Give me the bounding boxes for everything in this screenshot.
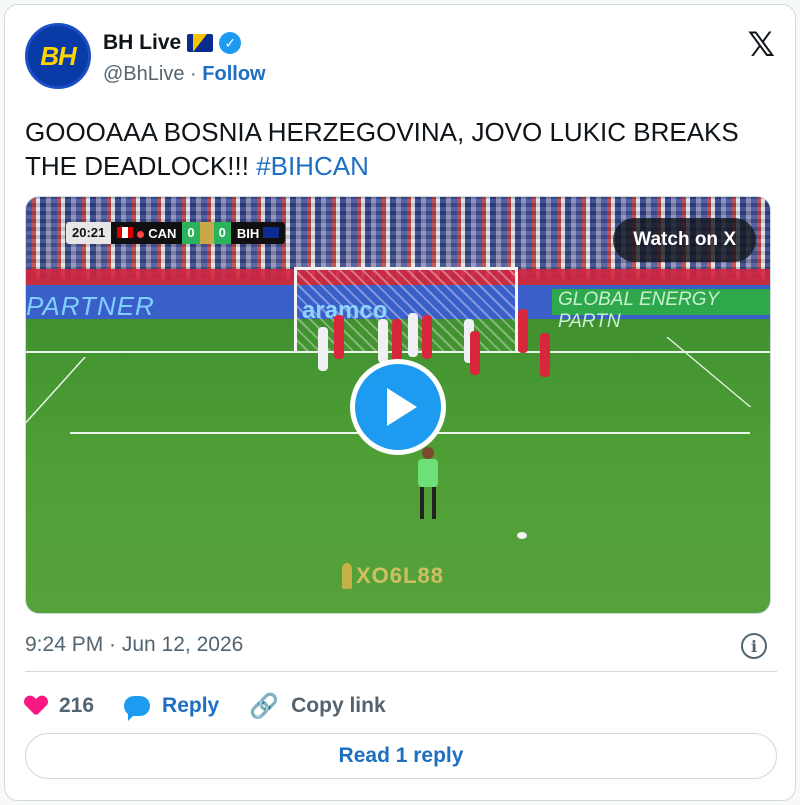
goal-sponsor-text: aramco xyxy=(302,297,388,324)
author-name-row: BH Live ✓ xyxy=(103,31,242,55)
reply-bubble-icon xyxy=(124,696,151,721)
divider xyxy=(25,671,777,672)
play-icon xyxy=(387,388,417,426)
verified-badge-icon: ✓ xyxy=(219,32,242,54)
bosnia-flag-icon xyxy=(263,226,280,238)
video-thumbnail[interactable]: PARTNER GLOBAL ENERGY PARTN aramco 20:21… xyxy=(25,196,771,614)
referee-figure xyxy=(414,447,440,519)
player-figure xyxy=(422,315,432,359)
watermark-text: XO6L88 xyxy=(356,563,444,588)
trophy-icon xyxy=(342,563,352,589)
bosnia-flag-icon xyxy=(187,34,214,52)
pitch-line xyxy=(26,357,87,437)
home-score: 0 xyxy=(182,222,200,244)
tweet-header: BH BH Live ✓ @BhLive · Follow 𝕏 xyxy=(25,23,777,95)
info-icon[interactable]: i xyxy=(741,633,767,659)
author-display-name[interactable]: BH Live xyxy=(103,31,181,55)
copy-link-label: Copy link xyxy=(291,694,386,717)
scorebug-team-away: BIH xyxy=(231,226,285,241)
hashtag-link[interactable]: #BIHCAN xyxy=(256,151,369,181)
player-figure xyxy=(470,331,480,375)
tweet-text: GOOOAAA BOSNIA HERZEGOVINA, JOVO LUKIC B… xyxy=(25,115,777,183)
play-button[interactable] xyxy=(350,359,446,455)
watch-on-x-button[interactable]: Watch on X xyxy=(613,218,756,262)
home-team-code: CAN xyxy=(148,225,177,241)
player-figure xyxy=(334,315,344,359)
author-handle-row: @BhLive · Follow xyxy=(103,63,266,86)
read-replies-button[interactable]: Read 1 reply xyxy=(25,733,777,779)
action-bar: 216 Reply 🔗 Copy link xyxy=(25,689,416,723)
player-figure xyxy=(408,313,418,357)
home-dot-icon xyxy=(137,230,145,238)
avatar[interactable]: BH xyxy=(25,23,91,89)
away-score: 0 xyxy=(213,222,231,244)
author-handle[interactable]: @BhLive xyxy=(103,63,184,85)
handle-separator: · xyxy=(190,63,197,85)
copy-link-button[interactable]: 🔗 Copy link xyxy=(249,692,385,720)
player-figure xyxy=(378,319,388,363)
board-left-text: PARTNER xyxy=(26,291,155,321)
board-right-text: GLOBAL ENERGY PARTN xyxy=(552,289,770,332)
tweet-body: GOOOAAA BOSNIA HERZEGOVINA, JOVO LUKIC B… xyxy=(25,117,739,181)
player-figure xyxy=(318,327,328,371)
away-team-code: BIH xyxy=(236,225,260,241)
follow-button[interactable]: Follow xyxy=(202,63,265,85)
player-figure xyxy=(518,309,528,353)
heart-icon xyxy=(25,696,47,716)
canada-flag-icon xyxy=(117,226,134,238)
reply-button[interactable]: Reply xyxy=(124,694,220,721)
tweet-card: BH BH Live ✓ @BhLive · Follow 𝕏 GOOOAAA … xyxy=(4,4,796,801)
tweet-timestamp[interactable]: 9:24 PM · Jun 12, 2026 xyxy=(25,633,243,657)
link-icon: 🔗 xyxy=(249,692,280,720)
like-button[interactable]: 216 xyxy=(25,694,94,718)
pitch-line xyxy=(666,337,752,407)
player-figure xyxy=(392,319,402,363)
x-logo-icon[interactable]: 𝕏 xyxy=(748,25,775,65)
like-count: 216 xyxy=(59,694,95,717)
player-figure xyxy=(540,333,550,377)
reply-label: Reply xyxy=(162,694,220,717)
scorebug-team-home: CAN xyxy=(111,226,182,241)
trophy-icon xyxy=(199,222,214,244)
match-clock: 20:21 xyxy=(66,222,112,244)
video-watermark: XO6L88 xyxy=(342,563,444,589)
football xyxy=(517,532,527,539)
scorebug: 20:21 CAN 0 0 BIH xyxy=(66,222,286,244)
